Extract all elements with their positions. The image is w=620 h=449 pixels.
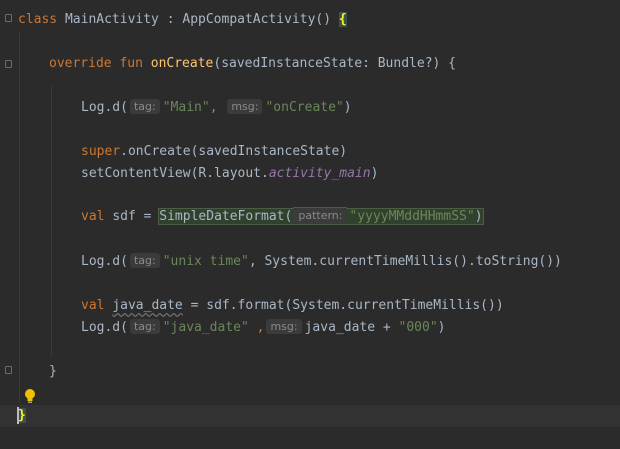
code-line-setcontentview[interactable]: setContentView(R.layout.activity_main)	[0, 163, 620, 185]
close-paren: )	[437, 320, 446, 335]
keyword-super: super	[81, 144, 121, 159]
param-hint-msg: msg:	[227, 99, 263, 114]
log-args: , System.currentTimeMillis().toString())	[248, 254, 562, 269]
string-literal: "unix time"	[162, 254, 249, 269]
close-paren: )	[474, 209, 483, 224]
param-hint-tag: tag:	[129, 319, 160, 334]
log-call: Log.d(	[81, 100, 128, 115]
close-paren: )	[343, 100, 352, 115]
format-call: = sdf.format(System.currentTimeMillis())	[182, 298, 504, 313]
variable-sdf: sdf =	[112, 209, 160, 224]
string-literal: "000"	[398, 320, 438, 335]
expression: java_date +	[304, 320, 399, 335]
intention-bulb-icon[interactable]	[24, 388, 36, 404]
keyword-val: val	[81, 209, 113, 224]
code-line-log-java-date[interactable]: Log.d(tag: "java_date" , msg: java_date + "…	[0, 317, 620, 339]
param-hint-pattern: pattern:	[294, 208, 347, 223]
param-hint-tag: tag:	[129, 253, 160, 268]
string-literal: "java_date"	[162, 320, 249, 335]
string-literal: "yyyyMMddHHmmSS"	[349, 209, 475, 224]
function-signature: (savedInstanceState: Bundle?) {	[213, 56, 457, 71]
code-line-close-fun[interactable]: }	[0, 361, 620, 383]
log-call: Log.d(	[81, 254, 128, 269]
close-paren: )	[370, 166, 379, 181]
keyword-override-fun: override fun	[49, 56, 151, 71]
string-literal: "Main"	[162, 100, 210, 115]
constructor-call: SimpleDateFormat(	[159, 209, 293, 224]
setcontentview-call: setContentView(R.layout.	[81, 166, 269, 181]
param-hint-tag: tag:	[129, 99, 160, 114]
keyword-class: class	[18, 12, 58, 27]
variable-java-date: java_date	[112, 298, 183, 313]
function-name: onCreate	[150, 56, 214, 71]
matched-brace: }	[18, 408, 26, 423]
close-brace: }	[49, 364, 57, 379]
string-literal: "onCreate"	[265, 100, 344, 115]
code-line-sdf[interactable]: val sdf = SimpleDateFormat(pattern: "yyyy…	[0, 206, 620, 228]
matched-brace: {	[338, 12, 347, 27]
code-line-class-decl[interactable]: class MainActivity : AppCompatActivity()…	[0, 9, 620, 31]
class-name: MainActivity : AppCompatActivity()	[57, 12, 339, 27]
code-line-log-main[interactable]: Log.d(tag: "Main", msg: "onCreate")	[0, 97, 620, 119]
code-line-oncreate[interactable]: override fun onCreate(savedInstanceState…	[0, 53, 620, 75]
param-hint-msg: msg:	[266, 319, 302, 334]
text-caret	[17, 407, 19, 424]
layout-ref: activity_main	[268, 166, 371, 181]
comma: ,	[209, 100, 226, 115]
code-line-close-class[interactable]: }	[0, 405, 620, 427]
super-call: .onCreate(savedInstanceState)	[120, 144, 348, 159]
log-call: Log.d(	[81, 320, 128, 335]
code-line-log-unix[interactable]: Log.d(tag: "unix time", System.currentTim…	[0, 251, 620, 273]
keyword-val: val	[81, 298, 113, 313]
code-line-java-date[interactable]: val java_date = sdf.format(System.curren…	[0, 295, 620, 317]
comma: ,	[248, 320, 265, 335]
code-line-super[interactable]: super.onCreate(savedInstanceState)	[0, 141, 620, 163]
